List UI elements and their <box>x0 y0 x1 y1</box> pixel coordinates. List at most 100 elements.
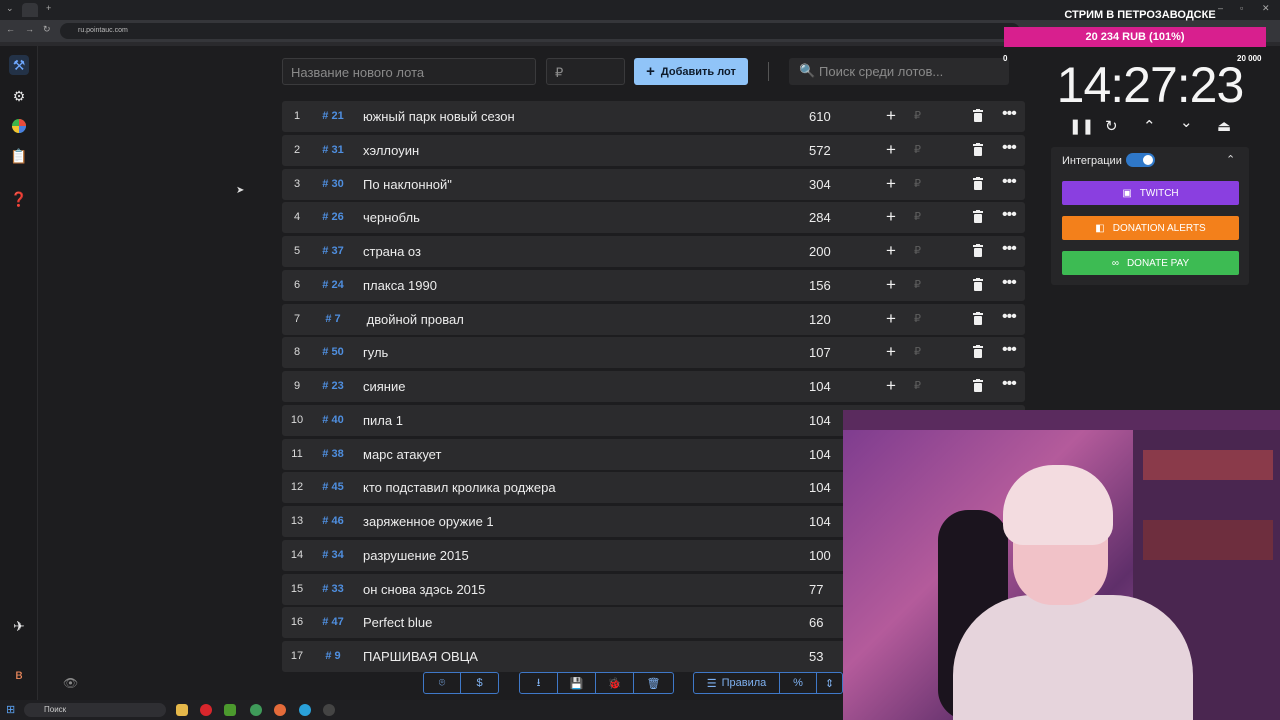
chevron-down-icon[interactable]: ⌄ <box>1180 113 1193 131</box>
rub-amount-input[interactable]: ₽ <box>914 244 921 257</box>
add-amount-button[interactable]: + <box>886 342 896 362</box>
lot-id[interactable]: # 37 <box>320 245 346 257</box>
lot-id[interactable]: # 7 <box>320 313 346 325</box>
delete-lot-icon[interactable] <box>972 278 984 291</box>
double-chevron-up-icon[interactable]: ⏏ <box>1217 117 1231 135</box>
lot-id[interactable]: # 31 <box>320 144 346 156</box>
url-field[interactable]: ru.pointauc.com <box>60 23 1020 39</box>
github-button[interactable]: ⌾ <box>424 673 461 693</box>
lot-id[interactable]: # 9 <box>320 650 346 662</box>
wheel-pie-icon[interactable] <box>9 116 29 136</box>
lot-amount[interactable]: 104 <box>809 413 831 428</box>
lot-row[interactable]: 8 # 50 гуль 107 + ₽ ••• <box>282 337 1025 368</box>
lot-id[interactable]: # 45 <box>320 481 346 493</box>
lot-row[interactable]: 6 # 24 плакса 1990 156 + ₽ ••• <box>282 270 1025 301</box>
collapse-chevron-icon[interactable]: ⌃ <box>1226 153 1235 166</box>
lot-id[interactable]: # 46 <box>320 515 346 527</box>
add-amount-button[interactable]: + <box>886 309 896 329</box>
more-options-button[interactable]: ••• <box>1002 240 1017 258</box>
lot-amount[interactable]: 284 <box>809 210 831 225</box>
windows-start-icon[interactable]: ⊞ <box>6 703 15 716</box>
telegram-icon[interactable]: ✈ <box>9 616 29 636</box>
lot-row[interactable]: 9 # 23 сияние 104 + ₽ ••• <box>282 371 1025 402</box>
lot-name[interactable]: он снова здэсь 2015 <box>363 582 485 597</box>
lot-id[interactable]: # 40 <box>320 414 346 426</box>
obs-icon[interactable] <box>323 704 335 716</box>
delete-lot-icon[interactable] <box>972 379 984 392</box>
rub-amount-input[interactable]: ₽ <box>914 379 921 392</box>
chrome-icon[interactable] <box>250 704 262 716</box>
chevron-up-icon[interactable]: ⌃ <box>1143 117 1156 135</box>
lot-name[interactable]: чернобль <box>363 210 420 225</box>
lot-amount[interactable]: 77 <box>809 582 823 597</box>
donate-pay-button[interactable]: ∞ DONATE PAY <box>1062 251 1239 275</box>
lot-name[interactable]: гуль <box>363 345 388 360</box>
add-amount-button[interactable]: + <box>886 376 896 396</box>
delete-lot-icon[interactable] <box>972 210 984 223</box>
lot-name[interactable]: Perfect blue <box>363 615 432 630</box>
lot-name[interactable]: По наклонной" <box>363 177 452 192</box>
lot-name[interactable]: разрушение 2015 <box>363 548 469 563</box>
more-options-button[interactable]: ••• <box>1002 375 1017 393</box>
visibility-eye-icon[interactable]: 👁 <box>63 676 78 690</box>
more-options-button[interactable]: ••• <box>1002 206 1017 224</box>
more-options-button[interactable]: ••• <box>1002 105 1017 123</box>
lot-amount[interactable]: 100 <box>809 548 831 563</box>
add-amount-button[interactable]: + <box>886 275 896 295</box>
download-button[interactable]: ⭳ <box>520 673 558 693</box>
lot-amount[interactable]: 104 <box>809 514 831 529</box>
lot-id[interactable]: # 47 <box>320 616 346 628</box>
lot-amount[interactable]: 53 <box>809 649 823 664</box>
expand-button[interactable]: ⇕ <box>817 673 842 693</box>
delete-lot-icon[interactable] <box>972 177 984 190</box>
delete-lot-icon[interactable] <box>972 244 984 257</box>
lot-name[interactable]: южный парк новый сезон <box>363 109 515 124</box>
lot-amount[interactable]: 572 <box>809 143 831 158</box>
percent-button[interactable]: % <box>780 673 817 693</box>
rub-amount-input[interactable]: ₽ <box>914 109 921 122</box>
file-explorer-icon[interactable] <box>176 704 188 716</box>
lot-id[interactable]: # 34 <box>320 549 346 561</box>
settings-gear-icon[interactable]: ⚙ <box>9 86 29 106</box>
rub-amount-input[interactable]: ₽ <box>914 210 921 223</box>
delete-lot-icon[interactable] <box>972 345 984 358</box>
more-options-button[interactable]: ••• <box>1002 274 1017 292</box>
new-lot-price-input[interactable]: ₽ <box>546 58 625 85</box>
reload-icon[interactable]: ↻ <box>43 24 51 35</box>
lot-id[interactable]: # 26 <box>320 211 346 223</box>
lot-name[interactable]: двойной провал <box>363 312 464 327</box>
rub-amount-input[interactable]: ₽ <box>914 143 921 156</box>
lot-amount[interactable]: 107 <box>809 345 831 360</box>
rub-amount-input[interactable]: ₽ <box>914 312 921 325</box>
rub-amount-input[interactable]: ₽ <box>914 278 921 291</box>
lot-id[interactable]: # 21 <box>320 110 346 122</box>
lot-search-input[interactable]: 🔍 Поиск среди лотов... <box>789 58 1009 85</box>
lot-id[interactable]: # 23 <box>320 380 346 392</box>
history-clipboard-icon[interactable]: 📋 <box>9 146 29 166</box>
telegram-app-icon[interactable] <box>299 704 311 716</box>
lot-id[interactable]: # 38 <box>320 448 346 460</box>
delete-lot-icon[interactable] <box>972 143 984 156</box>
lot-row[interactable]: 4 # 26 чернобль 284 + ₽ ••• <box>282 202 1025 233</box>
chrome-canary-icon[interactable] <box>274 704 286 716</box>
lot-name[interactable]: марс атакует <box>363 447 441 462</box>
new-tab-button[interactable]: + <box>46 3 51 13</box>
tab-list-icon[interactable]: ⌄ <box>6 3 14 14</box>
boosty-icon[interactable]: ʙ <box>9 664 29 684</box>
bug-report-button[interactable]: 🐞 <box>596 673 634 693</box>
donation-alerts-button[interactable]: ◧ DONATION ALERTS <box>1062 216 1239 240</box>
lot-amount[interactable]: 304 <box>809 177 831 192</box>
browser-tab[interactable] <box>22 3 38 17</box>
reset-timer-icon[interactable]: ↻ <box>1105 117 1118 135</box>
lot-row[interactable]: 7 # 7 двойной провал 120 + ₽ ••• <box>282 304 1025 335</box>
forward-icon[interactable]: → <box>25 24 34 34</box>
lot-amount[interactable]: 610 <box>809 109 831 124</box>
more-options-button[interactable]: ••• <box>1002 173 1017 191</box>
lot-row[interactable]: 1 # 21 южный парк новый сезон 610 + ₽ ••• <box>282 101 1025 132</box>
lot-name[interactable]: пила 1 <box>363 413 403 428</box>
add-lot-button[interactable]: + Добавить лот <box>634 58 748 85</box>
donate-dollar-button[interactable]: $ <box>461 673 498 693</box>
more-options-button[interactable]: ••• <box>1002 341 1017 359</box>
add-amount-button[interactable]: + <box>886 140 896 160</box>
opera-icon[interactable] <box>200 704 212 716</box>
